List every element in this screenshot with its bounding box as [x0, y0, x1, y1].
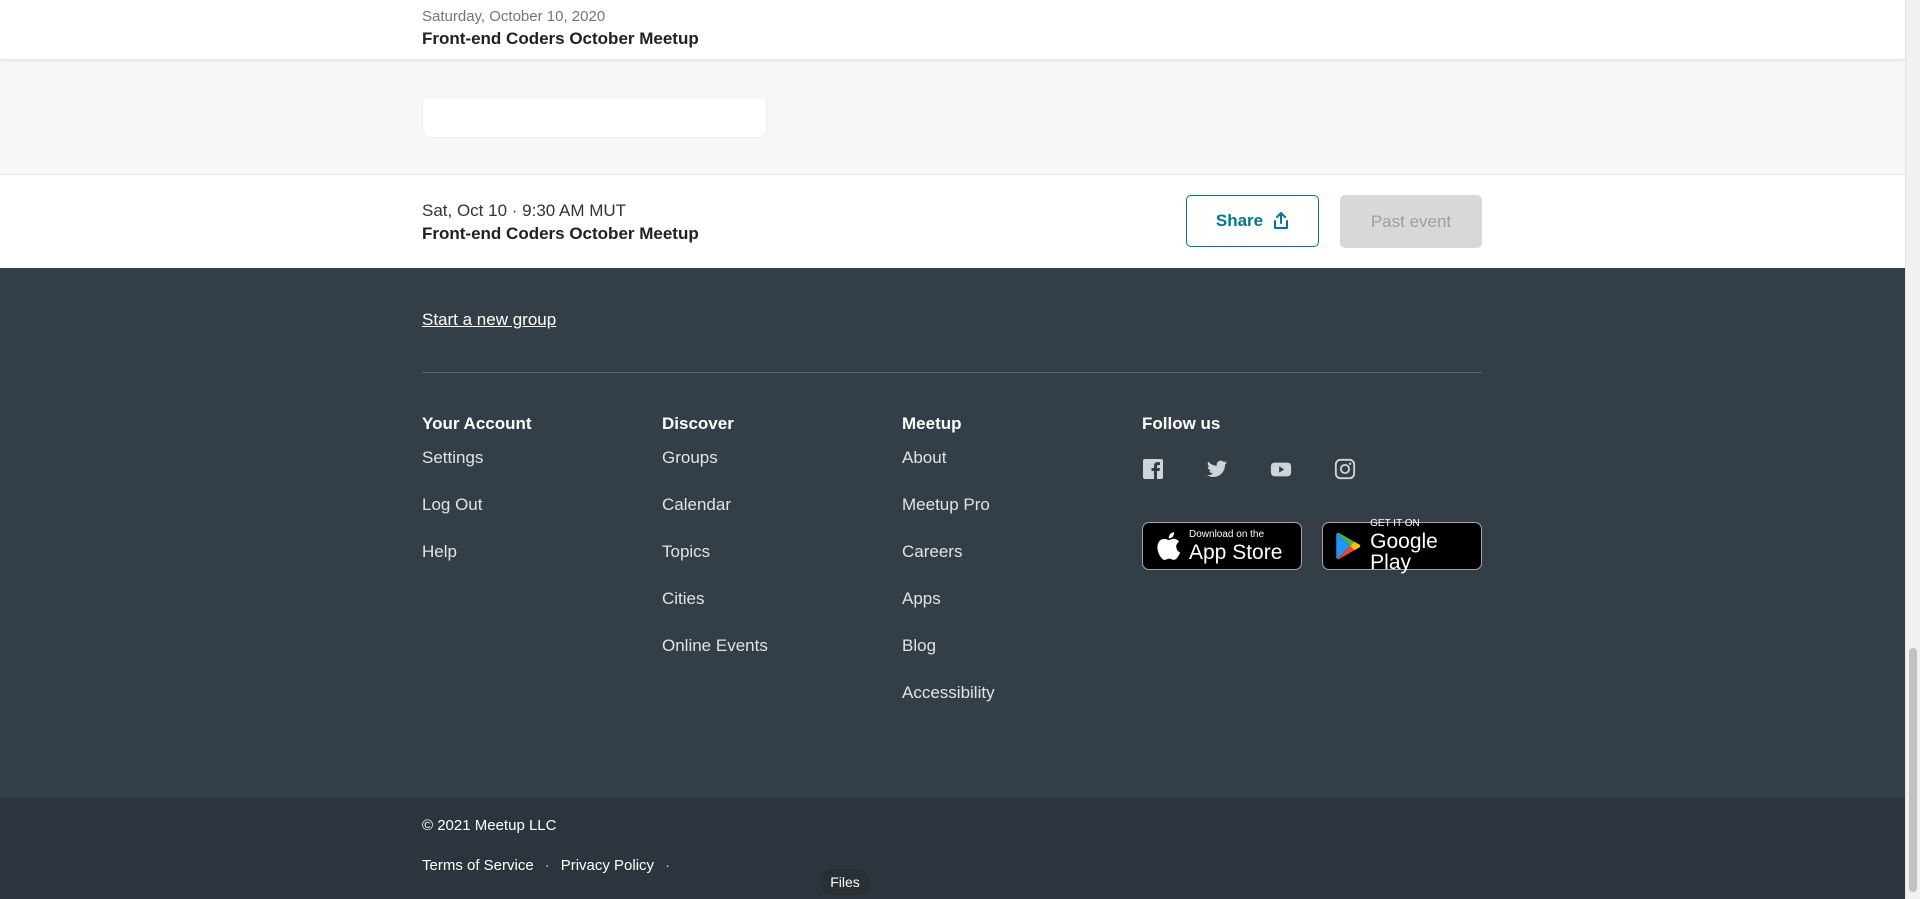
footer-heading-discover: Discover — [662, 414, 734, 433]
share-icon — [1274, 212, 1289, 229]
footer-heading-your-account: Your Account — [422, 414, 532, 433]
past-event-button: Past event — [1340, 195, 1482, 248]
page-scrollbar[interactable] — [1905, 0, 1920, 899]
event-datetime: Sat, Oct 10 · 9:30 AM MUT — [422, 201, 627, 220]
app-store-badge[interactable]: Download on the App Store — [1142, 522, 1302, 570]
legal-links: Terms of Service · Privacy Policy · — [422, 857, 670, 874]
event-title: Front-end Coders October Meetup — [422, 224, 699, 243]
footer-heading-follow-us: Follow us — [1142, 414, 1221, 433]
youtube-icon[interactable] — [1270, 458, 1292, 480]
files-button[interactable]: Files — [820, 869, 870, 895]
event-action-bar: Sat, Oct 10 · 9:30 AM MUT Front-end Code… — [0, 174, 1905, 269]
event-card-bottom — [422, 99, 767, 138]
footer-link-apps[interactable]: Apps — [902, 589, 995, 636]
footer-heading-meetup: Meetup — [902, 414, 962, 433]
app-store-badges: Download on the App Store GET IT ON Goog… — [1142, 518, 1482, 574]
twitter-icon[interactable] — [1206, 458, 1228, 480]
social-links — [1142, 458, 1356, 480]
footer-link-careers[interactable]: Careers — [902, 542, 995, 589]
facebook-icon[interactable] — [1142, 458, 1164, 480]
footer-link-accessibility[interactable]: Accessibility — [902, 683, 995, 730]
footer-link-groups[interactable]: Groups — [662, 448, 768, 495]
footer-link-meetup-pro[interactable]: Meetup Pro — [902, 495, 995, 542]
footer-link-online-events[interactable]: Online Events — [662, 636, 768, 683]
footer-link-settings[interactable]: Settings — [422, 448, 532, 495]
footer-link-calendar[interactable]: Calendar — [662, 495, 768, 542]
app-store-small-text: Download on the — [1189, 528, 1265, 540]
site-footer: Start a new group Your Account Settings … — [0, 268, 1905, 798]
footer-column-follow-us: Follow us — [1142, 414, 1220, 448]
legal-separator: · — [665, 857, 671, 874]
footer-column-discover: Discover Groups Calendar Topics Cities O… — [662, 414, 768, 683]
google-play-big-text: Google Play — [1370, 530, 1438, 574]
footer-link-cities[interactable]: Cities — [662, 589, 768, 636]
footer-column-meetup: Meetup About Meetup Pro Careers Apps Blo… — [902, 414, 995, 730]
privacy-policy-link[interactable]: Privacy Policy — [561, 857, 654, 874]
legal-separator: · — [544, 857, 550, 874]
footer-divider — [422, 372, 1482, 373]
google-play-small-text: GET IT ON — [1370, 518, 1420, 529]
footer-link-help[interactable]: Help — [422, 542, 532, 589]
copyright-text: © 2021 Meetup LLC — [422, 817, 557, 834]
share-button-label: Share — [1215, 211, 1264, 230]
sticky-event-header: Saturday, October 10, 2020 Front-end Cod… — [0, 0, 1905, 60]
google-play-icon — [1336, 532, 1361, 560]
share-button[interactable]: Share — [1186, 195, 1319, 247]
header-date: Saturday, October 10, 2020 — [422, 8, 606, 25]
page-viewport: Saturday, October 10, 2020 Front-end Cod… — [0, 0, 1905, 899]
terms-of-service-link[interactable]: Terms of Service — [422, 857, 534, 874]
legal-bar: © 2021 Meetup LLC Terms of Service · Pri… — [0, 798, 1905, 899]
footer-link-blog[interactable]: Blog — [902, 636, 995, 683]
instagram-icon[interactable] — [1334, 458, 1356, 480]
google-play-badge[interactable]: GET IT ON Google Play — [1322, 518, 1482, 574]
footer-column-your-account: Your Account Settings Log Out Help — [422, 414, 532, 589]
header-title: Front-end Coders October Meetup — [422, 29, 699, 48]
footer-link-about[interactable]: About — [902, 448, 995, 495]
content-background — [0, 59, 1905, 174]
app-store-big-text: App Store — [1189, 540, 1283, 564]
footer-link-topics[interactable]: Topics — [662, 542, 768, 589]
start-new-group-link[interactable]: Start a new group — [422, 310, 556, 330]
footer-link-log-out[interactable]: Log Out — [422, 495, 532, 542]
apple-icon — [1157, 532, 1181, 560]
scrollbar-thumb[interactable] — [1909, 648, 1917, 892]
